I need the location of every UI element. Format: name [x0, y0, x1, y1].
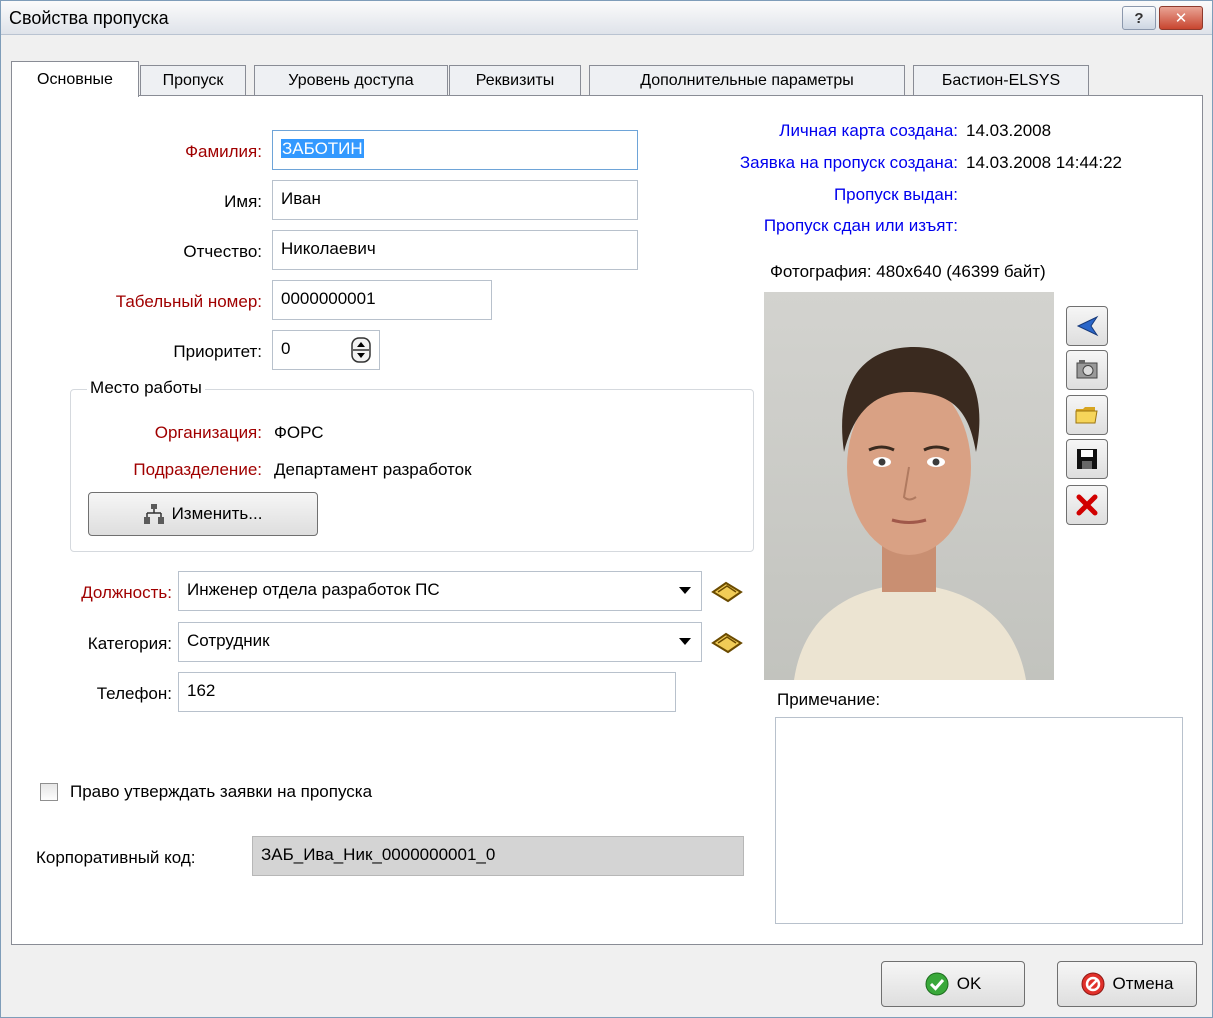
book-icon[interactable] [710, 580, 744, 604]
properties-dialog: Свойства пропуска ? ✕ Основные Пропуск У… [0, 0, 1213, 1018]
priority-value: 0 [281, 339, 291, 358]
category-select[interactable]: Сотрудник [178, 622, 702, 662]
close-button[interactable]: ✕ [1159, 6, 1203, 30]
approve-requests-label[interactable]: Право утверждать заявки на пропуска [70, 782, 372, 802]
card-created-label: Личная карта создана: [779, 121, 958, 140]
change-workplace-button-label: Изменить... [171, 504, 263, 523]
chevron-down-icon [679, 638, 691, 645]
help-button[interactable]: ? [1122, 6, 1156, 30]
name-label: Имя: [224, 192, 262, 211]
main-tab-panel: Фамилия: ЗАБОТИН Имя: Иван Отчество: Ник… [11, 95, 1203, 945]
checkmark-icon [925, 972, 949, 996]
organization-label: Организация: [154, 423, 262, 442]
capture-arrow-icon [1076, 315, 1099, 337]
tab-requisites[interactable]: Реквизиты [449, 65, 581, 96]
workplace-group-title: Место работы [87, 378, 205, 398]
cancel-button[interactable]: Отмена [1057, 961, 1197, 1007]
spinner-updown-icon[interactable] [351, 337, 371, 363]
pass-issued-label: Пропуск выдан: [833, 185, 958, 204]
save-icon [1077, 449, 1097, 469]
photo-save-button[interactable] [1066, 439, 1108, 479]
window-title: Свойства пропуска [9, 8, 169, 28]
chevron-down-icon [679, 587, 691, 594]
employee-photo [764, 292, 1054, 680]
book-icon[interactable] [710, 631, 744, 655]
tab-access-level[interactable]: Уровень доступа [254, 65, 448, 96]
department-label: Подразделение: [133, 460, 262, 479]
tab-main[interactable]: Основные [11, 61, 139, 97]
corporate-code-field: ЗАБ_Ива_Ник_0000000001_0 [252, 836, 744, 876]
priority-label: Приоритет: [173, 342, 262, 361]
card-created-value: 14.03.2008 [966, 121, 1052, 140]
photo-camera-button[interactable] [1066, 350, 1108, 390]
tab-bastion-elsys[interactable]: Бастион-ELSYS [913, 65, 1089, 96]
request-created-value: 14.03.2008 14:44:22 [966, 153, 1122, 172]
position-value: Инженер отдела разработок ПС [187, 580, 440, 599]
patronymic-label: Отчество: [183, 242, 262, 261]
photo-delete-button[interactable] [1066, 485, 1108, 525]
personnel-number-label: Табельный номер: [115, 292, 262, 311]
folder-icon [1075, 407, 1098, 424]
notes-label: Примечание: [777, 690, 881, 709]
patronymic-input[interactable]: Николаевич [272, 230, 638, 270]
cancel-icon [1081, 972, 1104, 996]
personnel-number-input[interactable]: 0000000001 [272, 280, 492, 320]
organization-value: ФОРС [274, 423, 324, 442]
photo-caption: Фотография: 480x640 (46399 байт) [770, 262, 1046, 281]
organization-structure-icon [143, 504, 164, 524]
close-icon: ✕ [1174, 10, 1188, 27]
department-value: Департамент разработок [274, 460, 472, 479]
category-label: Категория: [87, 634, 172, 653]
phone-label: Телефон: [96, 684, 172, 703]
tab-pass[interactable]: Пропуск [140, 65, 246, 96]
title-bar[interactable]: Свойства пропуска ? ✕ [1, 1, 1212, 35]
cancel-button-label: Отмена [1112, 974, 1174, 993]
notes-textarea[interactable] [775, 717, 1183, 924]
delete-x-icon [1076, 494, 1098, 516]
category-value: Сотрудник [187, 631, 270, 650]
position-label: Должность: [81, 583, 172, 602]
photo-open-button[interactable] [1066, 395, 1108, 435]
position-select[interactable]: Инженер отдела разработок ПС [178, 571, 702, 611]
surname-value: ЗАБОТИН [281, 139, 364, 158]
tab-extra-params[interactable]: Дополнительные параметры [589, 65, 905, 96]
camera-icon [1076, 360, 1098, 379]
approve-requests-checkbox[interactable] [40, 783, 58, 801]
surname-label: Фамилия: [185, 142, 262, 161]
ok-button-label: OK [956, 974, 982, 993]
priority-spinner[interactable]: 0 [272, 330, 380, 370]
help-icon: ? [1134, 9, 1144, 27]
ok-button[interactable]: OK [881, 961, 1025, 1007]
phone-input[interactable]: 162 [178, 672, 676, 712]
photo-capture-button[interactable] [1066, 306, 1108, 346]
change-workplace-button[interactable]: Изменить... [88, 492, 318, 536]
corporate-code-label: Корпоративный код: [36, 848, 196, 867]
request-created-label: Заявка на пропуск создана: [739, 153, 958, 172]
portrait-image [764, 292, 1054, 680]
pass-returned-label: Пропуск сдан или изъят: [763, 216, 958, 235]
